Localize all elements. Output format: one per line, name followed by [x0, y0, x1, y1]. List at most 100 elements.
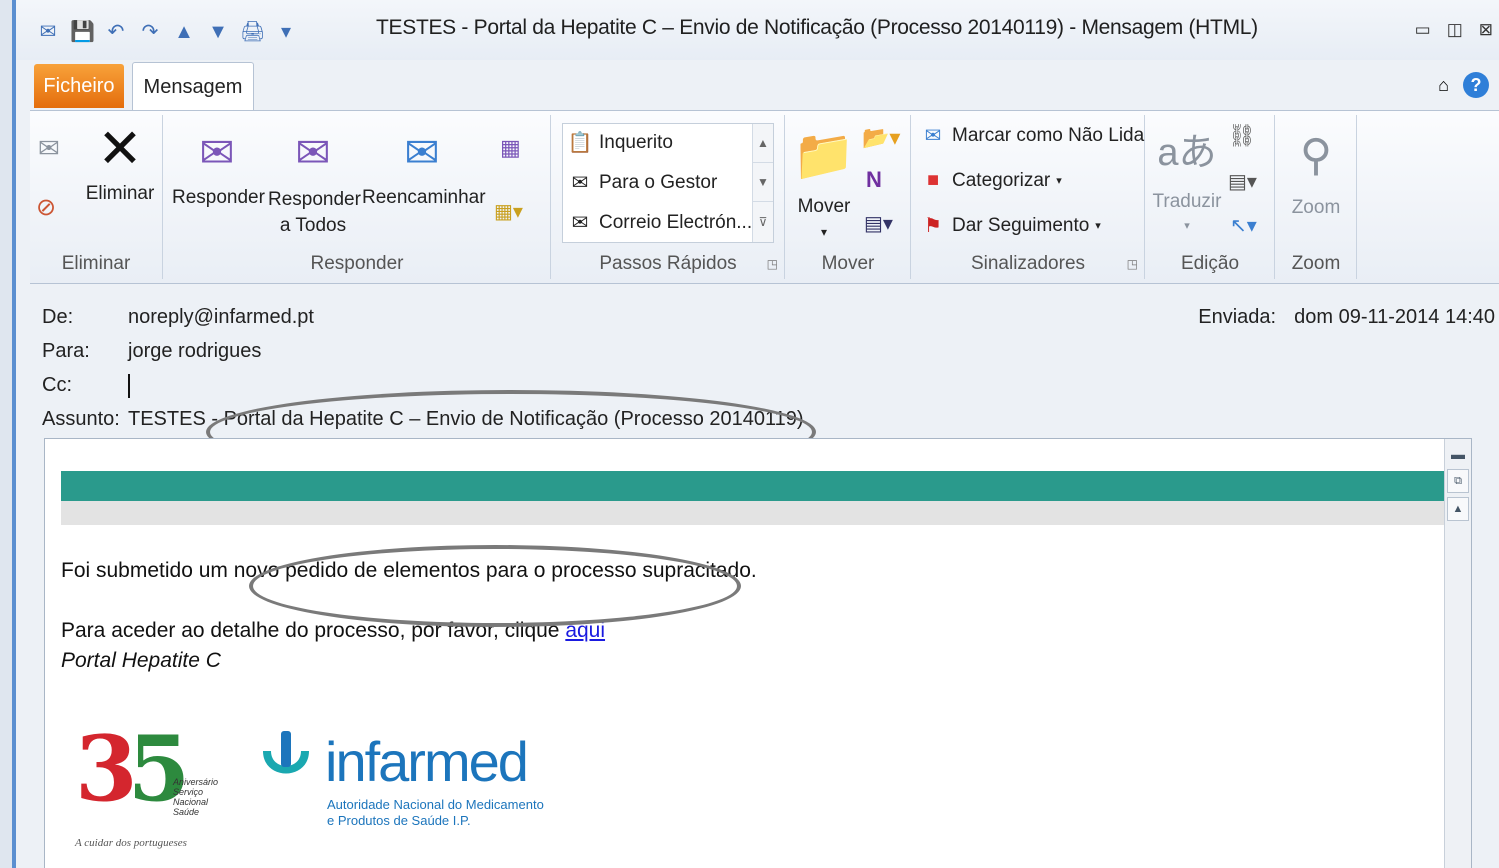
actions-icon[interactable]: ▤▾ [864, 211, 893, 236]
infarmed-logo: infarmed Autoridade Nacional do Medicame… [259, 721, 544, 831]
from-value[interactable]: noreply@infarmed.pt [128, 306, 314, 328]
group-label-zoom: Zoom [1291, 253, 1341, 274]
follow-up-button[interactable]: ⚑ Dar Seguimento ▾ [920, 213, 1101, 238]
minimize-icon[interactable]: ▭ [1415, 20, 1431, 40]
customize-qat-icon[interactable]: ▾ [274, 20, 298, 44]
cc-label: Cc: [42, 374, 72, 397]
group-label-quick-steps: Passos Rápidos [599, 253, 737, 274]
reply-button[interactable]: ✉ Responder [172, 125, 265, 209]
quick-steps-gallery: 📋 Inquerito ✉ Para o Gestor ✉ Correio El… [562, 123, 774, 243]
group-label-editing: Edição [1180, 253, 1240, 274]
scroll-down-icon[interactable]: ▼ [753, 162, 773, 201]
ignore-icon[interactable]: ✉ [38, 133, 60, 164]
view-options-icon[interactable]: ⧉ [1447, 469, 1469, 493]
group-label-delete: Eliminar [61, 253, 131, 274]
flag-icon: ⚑ [924, 215, 942, 237]
group-label-respond: Responder [310, 253, 404, 274]
move-button[interactable]: 📁 Mover ▾ [792, 121, 856, 244]
from-row: De: noreply@infarmed.pt [42, 306, 314, 329]
quick-access-toolbar: ✉ 💾 ↶ ↷ ▲ ▼ 🖨 ▾ [36, 20, 298, 44]
split-handle-icon[interactable]: ▬ [1448, 443, 1468, 465]
next-item-icon[interactable]: ▼ [206, 20, 230, 44]
sns-35-logo: 35 Aniversário Serviço Nacional Saúde A … [75, 719, 218, 849]
group-label-tags: Sinalizadores [970, 253, 1086, 274]
delete-button[interactable]: ✕ Eliminar [80, 121, 160, 205]
categorize-icon: ■ [926, 169, 940, 191]
reply-icon: ✉ [199, 129, 235, 176]
quick-step-inquerito[interactable]: 📋 Inquerito [567, 130, 673, 155]
group-quick-steps: 📋 Inquerito ✉ Para o Gestor ✉ Correio El… [552, 115, 785, 279]
mail-icon[interactable]: ✉ [36, 20, 60, 44]
from-label: De: [42, 306, 74, 328]
group-respond: ✉ Responder ✉ Responder a Todos ✉ Reenca… [164, 115, 551, 279]
body-scrollbar[interactable]: ▬ ⧉ ▲ [1444, 439, 1471, 868]
window-title: TESTES - Portal da Hepatite C – Envio de… [376, 16, 1258, 39]
meeting-icon[interactable]: ▦ [500, 135, 521, 161]
sent-value: dom 09-11-2014 14:40 [1294, 306, 1495, 328]
message-header: De: noreply@infarmed.pt Para: jorge rodrig… [30, 282, 1499, 474]
highlight-oval-body [249, 545, 741, 627]
team-email-icon: ✉ [571, 212, 589, 234]
text-cursor [128, 374, 130, 398]
unread-mail-icon: ✉ [924, 125, 942, 147]
scroll-up-arrow-icon[interactable]: ▲ [1447, 497, 1469, 521]
signature: Portal Hepatite C [61, 649, 221, 672]
previous-item-icon[interactable]: ▲ [172, 20, 196, 44]
translate-button[interactable]: aあ Traduzir ▾ [1150, 121, 1224, 237]
forward-button[interactable]: ✉ Reencaminhar [362, 125, 486, 209]
move-folder-icon: 📁 [792, 127, 856, 183]
maximize-icon[interactable]: ◫ [1447, 20, 1463, 40]
redo-icon[interactable]: ↷ [138, 20, 162, 44]
sent-row: Enviada: dom 09-11-2014 14:40 [1198, 306, 1495, 329]
to-value[interactable]: jorge rodrigues [128, 340, 261, 362]
zoom-button[interactable]: ⚲ Zoom [1280, 121, 1352, 219]
find-icon[interactable]: ⛓ [1228, 123, 1256, 149]
categorize-button[interactable]: ■ Categorizar ▾ [920, 169, 1062, 192]
print-icon[interactable]: 🖨 [240, 20, 265, 44]
ribbon: ✉ ⊘ ✕ Eliminar Eliminar ✉ Responder ✉ Re… [30, 110, 1499, 284]
reply-all-button[interactable]: ✉ Responder a Todos [268, 125, 361, 239]
group-zoom: ⚲ Zoom Zoom [1276, 115, 1357, 279]
group-editing: aあ Traduzir ▾ ⛓ ▤▾ ↖▾ Edição [1146, 115, 1275, 279]
translate-icon: aあ [1157, 132, 1217, 174]
subject-label: Assunto: [42, 408, 120, 430]
expand-gallery-icon[interactable]: ⊽ [753, 201, 773, 242]
quick-step-icon: 📋 [567, 132, 593, 154]
infarmed-wordmark: infarmed [325, 730, 529, 793]
mark-unread-button[interactable]: ✉ Marcar como Não Lida [920, 123, 1145, 148]
infarmed-mark-icon [263, 731, 309, 774]
infarmed-subtitle: Autoridade Nacional do Medicamento e Pro… [327, 797, 544, 828]
related-icon[interactable]: ▤▾ [1228, 169, 1257, 194]
delete-x-icon: ✕ [97, 119, 143, 179]
tab-file[interactable]: Ficheiro [34, 64, 124, 108]
scroll-up-icon[interactable]: ▲ [753, 124, 773, 162]
to-label: Para: [42, 340, 90, 362]
close-icon[interactable]: ⊠ [1479, 20, 1493, 40]
rules-icon[interactable]: 📂▾ [862, 125, 900, 151]
reply-all-icon: ✉ [295, 129, 331, 176]
save-icon[interactable]: 💾 [70, 20, 95, 44]
title-bar: ✉ 💾 ↶ ↷ ▲ ▼ 🖨 ▾ TESTES - Portal da Hepat… [16, 0, 1499, 60]
magnifier-icon: ⚲ [1299, 131, 1333, 180]
header-banner-teal [61, 471, 1455, 501]
select-cursor-icon[interactable]: ↖▾ [1230, 213, 1257, 238]
minimize-ribbon-icon[interactable]: ⌂ [1438, 75, 1449, 96]
forward-to-manager-icon: ✉ [571, 172, 589, 194]
undo-icon[interactable]: ↶ [104, 20, 128, 44]
group-tags: ✉ Marcar como Não Lida ■ Categorizar ▾ ⚑ … [912, 115, 1145, 279]
quick-step-email[interactable]: ✉ Correio Electrón... [567, 210, 753, 235]
to-row: Para: jorge rodrigues [42, 340, 261, 363]
forward-icon: ✉ [404, 129, 440, 176]
help-icon[interactable]: ? [1463, 72, 1489, 98]
header-banner-grey [61, 501, 1455, 525]
window-controls: ▭ ◫ ⊠ [1415, 20, 1493, 40]
tab-message[interactable]: Mensagem [132, 62, 254, 111]
more-respond-icon[interactable]: ▦▾ [494, 199, 523, 224]
onenote-icon[interactable]: N [866, 167, 882, 193]
quick-steps-scroll[interactable]: ▲ ▼ ⊽ [752, 124, 773, 242]
group-move: 📁 Mover ▾ 📂▾ N ▤▾ Mover [786, 115, 911, 279]
junk-icon[interactable]: ⊘ [36, 193, 56, 222]
quick-step-gestor[interactable]: ✉ Para o Gestor [567, 170, 718, 195]
ribbon-tabs: Ficheiro Mensagem ⌂ ? [16, 60, 1499, 111]
message-body: Foi submetido um novo pedido de elemento… [44, 438, 1472, 868]
